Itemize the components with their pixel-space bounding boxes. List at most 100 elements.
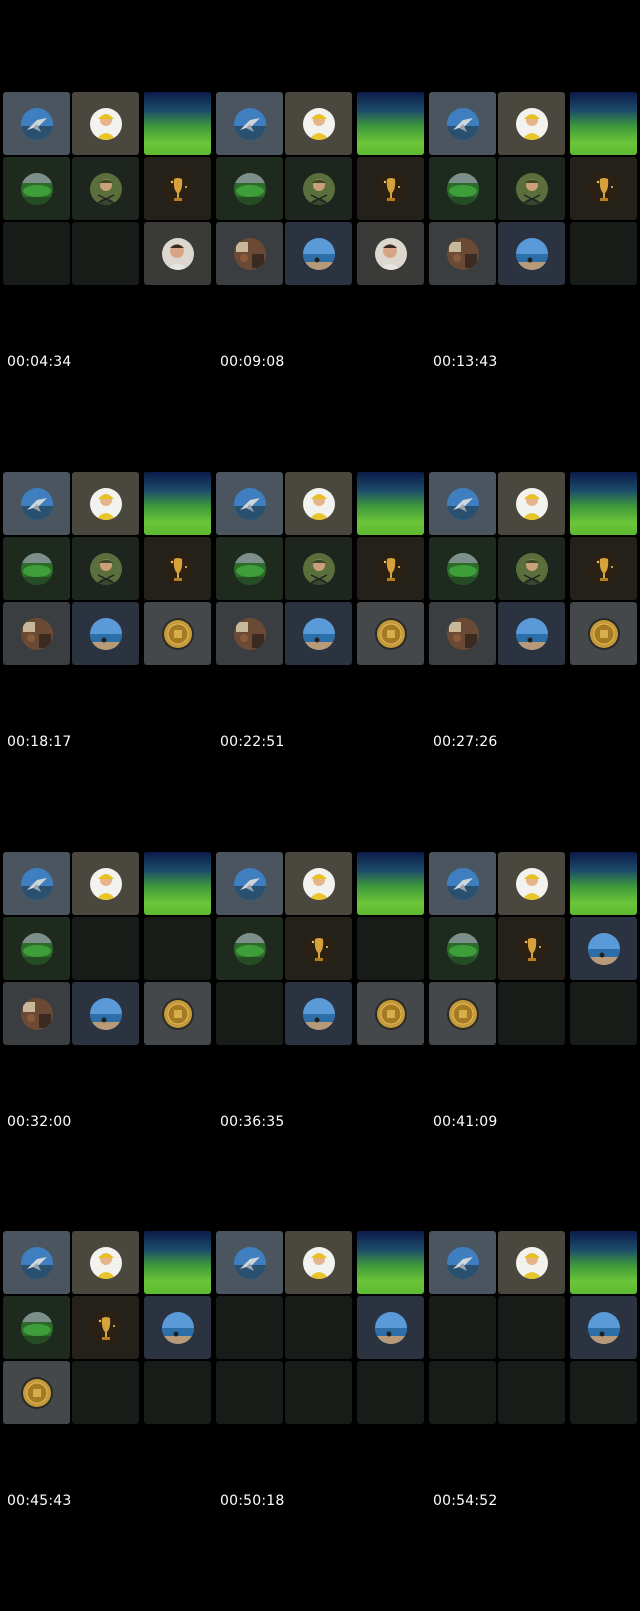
- participant-tile[interactable]: [144, 537, 211, 600]
- participant-tile[interactable]: [3, 1296, 70, 1359]
- participant-tile[interactable]: [498, 852, 565, 915]
- jet-avatar: [446, 107, 479, 140]
- participant-tile[interactable]: [216, 602, 283, 665]
- participant-tile[interactable]: [144, 157, 211, 220]
- empty-tile: [72, 917, 139, 980]
- participant-tile[interactable]: [285, 472, 352, 535]
- participant-tile[interactable]: [570, 157, 637, 220]
- participant-tile[interactable]: [357, 852, 424, 915]
- participant-tile[interactable]: [498, 1231, 565, 1294]
- participant-tile[interactable]: [216, 222, 283, 285]
- participant-tile[interactable]: [429, 1231, 496, 1294]
- participant-tile[interactable]: [144, 1231, 211, 1294]
- participant-tile[interactable]: [498, 917, 565, 980]
- participant-tile[interactable]: [429, 157, 496, 220]
- participant-tile[interactable]: [144, 1296, 211, 1359]
- participant-tile[interactable]: [429, 602, 496, 665]
- participant-tile[interactable]: [429, 982, 496, 1045]
- participant-tile[interactable]: [216, 157, 283, 220]
- participant-tile[interactable]: [498, 92, 565, 155]
- participant-tile[interactable]: [144, 852, 211, 915]
- participant-tile[interactable]: [429, 537, 496, 600]
- participant-tile[interactable]: [3, 472, 70, 535]
- participant-tile[interactable]: [570, 1296, 637, 1359]
- participant-tile[interactable]: [72, 157, 139, 220]
- participant-tile[interactable]: [570, 917, 637, 980]
- participant-tile[interactable]: [3, 852, 70, 915]
- participant-tile[interactable]: [285, 852, 352, 915]
- participant-tile[interactable]: [498, 472, 565, 535]
- participant-tile[interactable]: [72, 472, 139, 535]
- pitch-banner-image: [357, 852, 424, 915]
- participant-tile[interactable]: [216, 852, 283, 915]
- participant-tile[interactable]: [570, 472, 637, 535]
- participant-tile[interactable]: [144, 602, 211, 665]
- participant-grid: [3, 92, 213, 288]
- stadium-avatar: [20, 932, 53, 965]
- participant-tile[interactable]: [72, 1231, 139, 1294]
- participant-tile[interactable]: [357, 92, 424, 155]
- participant-tile[interactable]: [216, 472, 283, 535]
- participant-tile[interactable]: [570, 852, 637, 915]
- yellow-person-avatar: [89, 867, 122, 900]
- participant-tile[interactable]: [144, 92, 211, 155]
- participant-tile[interactable]: [285, 917, 352, 980]
- participant-tile[interactable]: [72, 982, 139, 1045]
- participant-tile[interactable]: [498, 157, 565, 220]
- participant-tile[interactable]: [3, 917, 70, 980]
- participant-tile[interactable]: [72, 602, 139, 665]
- participant-tile[interactable]: [285, 92, 352, 155]
- participant-tile[interactable]: [216, 537, 283, 600]
- participant-tile[interactable]: [285, 602, 352, 665]
- participant-tile[interactable]: [144, 222, 211, 285]
- empty-tile: [216, 1296, 283, 1359]
- participant-tile[interactable]: [570, 602, 637, 665]
- participant-tile[interactable]: [570, 92, 637, 155]
- participant-tile[interactable]: [357, 537, 424, 600]
- pitch-banner-image: [570, 92, 637, 155]
- participant-tile[interactable]: [357, 157, 424, 220]
- participant-tile[interactable]: [357, 982, 424, 1045]
- participant-tile[interactable]: [498, 222, 565, 285]
- participant-tile[interactable]: [285, 222, 352, 285]
- participant-tile[interactable]: [285, 157, 352, 220]
- participant-tile[interactable]: [429, 917, 496, 980]
- participant-tile[interactable]: [216, 917, 283, 980]
- participant-tile[interactable]: [498, 537, 565, 600]
- participant-tile[interactable]: [357, 602, 424, 665]
- participant-tile[interactable]: [285, 982, 352, 1045]
- participant-tile[interactable]: [216, 1231, 283, 1294]
- participant-tile[interactable]: [429, 92, 496, 155]
- participant-tile[interactable]: [570, 537, 637, 600]
- participant-tile[interactable]: [357, 472, 424, 535]
- empty-tile: [72, 222, 139, 285]
- empty-tile: [570, 222, 637, 285]
- participant-tile[interactable]: [429, 472, 496, 535]
- room-avatar: [20, 997, 53, 1030]
- participant-tile[interactable]: [285, 537, 352, 600]
- participant-tile[interactable]: [357, 1296, 424, 1359]
- participant-tile[interactable]: [429, 222, 496, 285]
- participant-tile[interactable]: [3, 157, 70, 220]
- participant-tile[interactable]: [72, 1296, 139, 1359]
- participant-tile[interactable]: [3, 537, 70, 600]
- participant-tile[interactable]: [144, 472, 211, 535]
- participant-tile[interactable]: [285, 1231, 352, 1294]
- participant-tile[interactable]: [357, 1231, 424, 1294]
- participant-tile[interactable]: [72, 92, 139, 155]
- participant-tile[interactable]: [429, 852, 496, 915]
- participant-tile[interactable]: [498, 602, 565, 665]
- participant-tile[interactable]: [3, 1361, 70, 1424]
- participant-tile[interactable]: [570, 1231, 637, 1294]
- participant-tile[interactable]: [3, 1231, 70, 1294]
- timestamp-label: 00:36:35: [220, 1114, 285, 1130]
- participant-tile[interactable]: [3, 982, 70, 1045]
- ocean-avatar: [161, 1311, 194, 1344]
- participant-tile[interactable]: [72, 537, 139, 600]
- participant-tile[interactable]: [3, 602, 70, 665]
- participant-tile[interactable]: [144, 982, 211, 1045]
- participant-tile[interactable]: [216, 92, 283, 155]
- participant-tile[interactable]: [72, 852, 139, 915]
- participant-tile[interactable]: [357, 222, 424, 285]
- participant-tile[interactable]: [3, 92, 70, 155]
